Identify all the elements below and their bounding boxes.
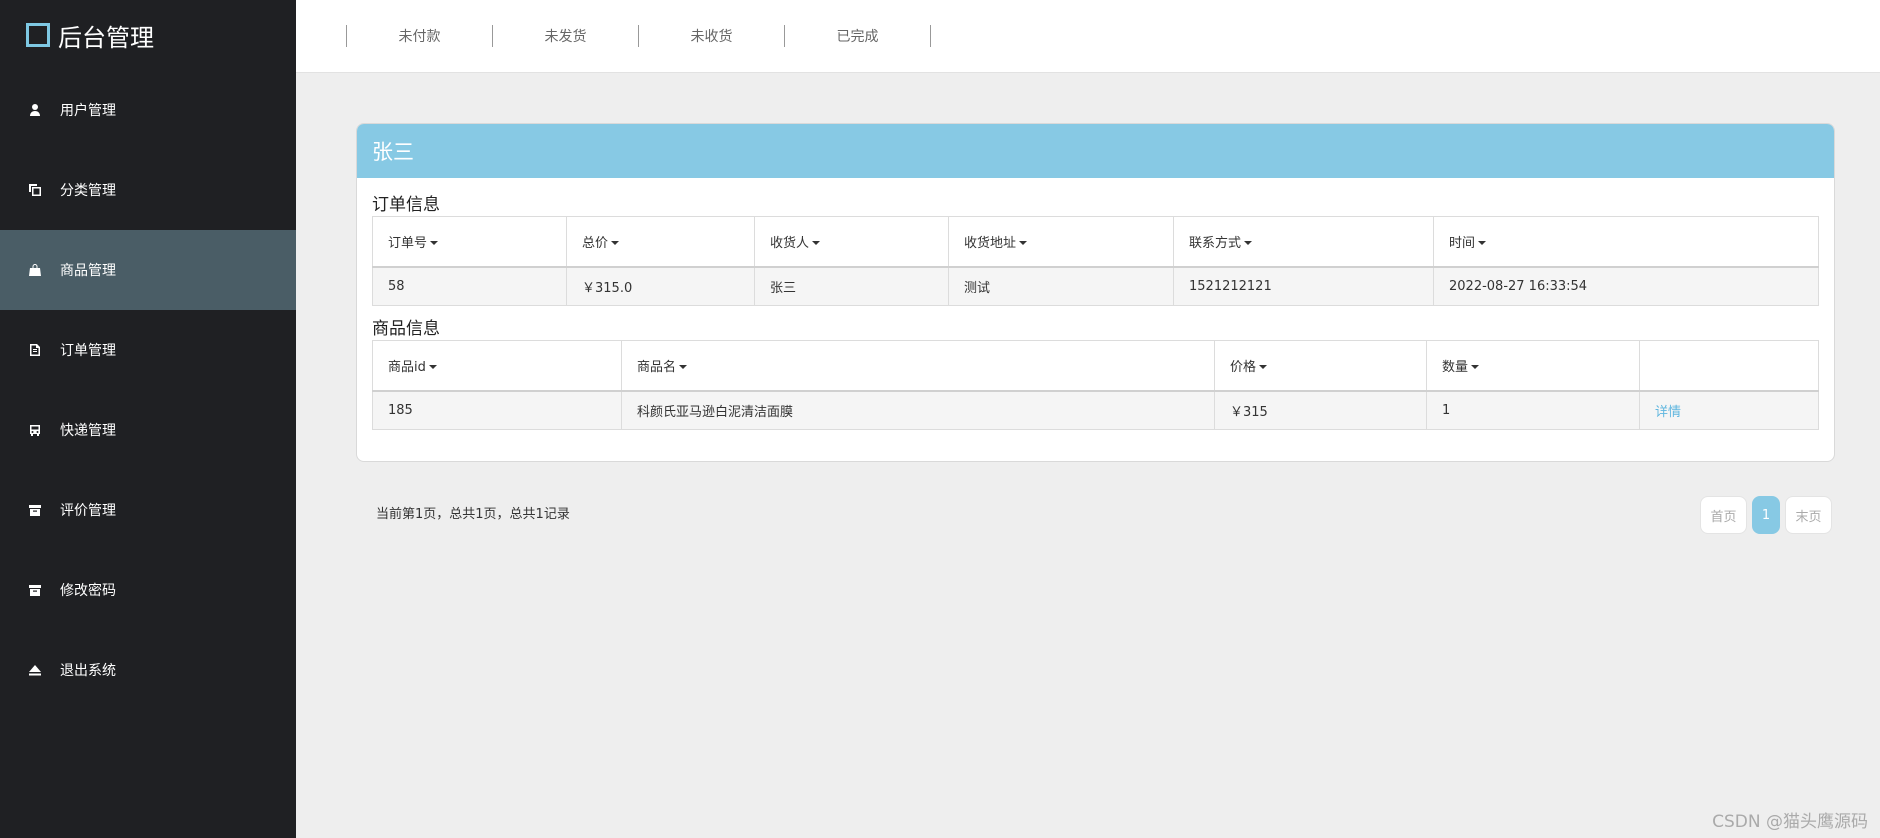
tab-unshipped[interactable]: 未发货 [493, 26, 638, 46]
phone-cell: 1521212121 [1173, 266, 1434, 306]
sidebar-item-label: 商品管理 [60, 263, 116, 279]
column-header[interactable]: 价格 [1214, 340, 1427, 392]
document-icon [28, 343, 42, 357]
goods-price-cell: ￥315 [1214, 390, 1427, 430]
current-page-button[interactable]: 1 [1752, 496, 1780, 534]
goods-section-title: 商品信息 [372, 319, 440, 339]
logo-icon [26, 23, 50, 47]
sidebar-nav: 用户管理 分类管理 商品管理 订单管理 快递管理 评价管理 修改密码 退出系统 [0, 70, 296, 710]
tab-divider [930, 25, 931, 47]
column-header[interactable]: 订单号 [372, 216, 567, 268]
sidebar-item-orders[interactable]: 订单管理 [0, 310, 296, 390]
order-table: 订单号 总价 收货人 收货地址 联系方式 时间 58 ￥315.0 张三 测试 … [372, 216, 1819, 306]
tab-completed[interactable]: 已完成 [785, 26, 930, 46]
caret-down-icon [430, 241, 439, 246]
caret-down-icon [1471, 365, 1480, 370]
pagination-info: 当前第1页，总共1页，总共1记录 [376, 507, 570, 522]
caret-down-icon [679, 365, 688, 370]
brand: 后台管理 [0, 0, 296, 70]
sidebar-item-goods[interactable]: 商品管理 [0, 230, 296, 310]
caret-down-icon [428, 365, 437, 370]
caret-down-icon [1019, 241, 1028, 246]
sidebar-item-label: 分类管理 [60, 183, 116, 199]
shopping-bag-icon [28, 263, 42, 277]
caret-down-icon [812, 241, 821, 246]
watermark: CSDN @猫头鹰源码 [1712, 812, 1868, 832]
time-cell: 2022-08-27 16:33:54 [1433, 266, 1819, 306]
sidebar-item-label: 评价管理 [60, 503, 116, 519]
caret-down-icon [611, 241, 620, 246]
sidebar-item-label: 快递管理 [60, 423, 116, 439]
pagination: 首页 1 末页 [1700, 496, 1832, 534]
goods-quantity-cell: 1 [1426, 390, 1640, 430]
column-header[interactable]: 商品名 [621, 340, 1215, 392]
app-title: 后台管理 [58, 23, 154, 52]
goods-id-cell: 185 [372, 390, 622, 430]
bus-icon [28, 423, 42, 437]
last-page-button[interactable]: 末页 [1785, 496, 1832, 534]
first-page-button[interactable]: 首页 [1700, 496, 1747, 534]
sidebar-item-reviews[interactable]: 评价管理 [0, 470, 296, 550]
table-header-row: 商品id 商品名 价格 数量 [372, 340, 1819, 392]
top-tabs-bar: 未付款 未发货 未收货 已完成 [296, 0, 1880, 73]
eject-icon [28, 663, 42, 677]
table-row: 185 科颜氏亚马逊白泥清洁面膜 ￥315 1 详情 [372, 390, 1819, 430]
column-header[interactable]: 收货人 [754, 216, 949, 268]
order-section-title: 订单信息 [372, 195, 440, 215]
order-detail-card: 张三 订单信息 订单号 总价 收货人 收货地址 联系方式 时间 58 ￥315.… [356, 123, 1835, 462]
sidebar-item-logout[interactable]: 退出系统 [0, 630, 296, 710]
caret-down-icon [1478, 241, 1487, 246]
column-header[interactable]: 收货地址 [948, 216, 1174, 268]
sidebar: 后台管理 用户管理 分类管理 商品管理 订单管理 快递管理 评价管理 修改密码 … [0, 0, 296, 838]
sidebar-item-label: 退出系统 [60, 663, 116, 679]
column-header[interactable]: 商品id [372, 340, 622, 392]
tab-unpaid[interactable]: 未付款 [347, 26, 492, 46]
tab-unreceived[interactable]: 未收货 [639, 26, 784, 46]
caret-down-icon [1259, 365, 1268, 370]
archive-icon [28, 503, 42, 517]
column-header[interactable]: 时间 [1433, 216, 1819, 268]
details-link[interactable]: 详情 [1655, 405, 1681, 420]
goods-table: 商品id 商品名 价格 数量 185 科颜氏亚马逊白泥清洁面膜 ￥315 1 详… [372, 340, 1819, 430]
copy-icon [28, 183, 42, 197]
sidebar-item-express[interactable]: 快递管理 [0, 390, 296, 470]
details-cell: 详情 [1639, 390, 1819, 430]
goods-name-cell: 科颜氏亚马逊白泥清洁面膜 [621, 390, 1215, 430]
column-header[interactable]: 联系方式 [1173, 216, 1434, 268]
total-price-cell: ￥315.0 [566, 266, 755, 306]
sidebar-item-categories[interactable]: 分类管理 [0, 150, 296, 230]
table-row: 58 ￥315.0 张三 测试 1521212121 2022-08-27 16… [372, 266, 1819, 306]
sidebar-item-label: 修改密码 [60, 583, 116, 599]
column-header[interactable]: 数量 [1426, 340, 1640, 392]
address-cell: 测试 [948, 266, 1174, 306]
column-header [1639, 340, 1819, 392]
sidebar-item-users[interactable]: 用户管理 [0, 70, 296, 150]
receiver-cell: 张三 [754, 266, 949, 306]
order-id-cell: 58 [372, 266, 567, 306]
column-header[interactable]: 总价 [566, 216, 755, 268]
sidebar-item-label: 用户管理 [60, 103, 116, 119]
caret-down-icon [1244, 241, 1253, 246]
table-header-row: 订单号 总价 收货人 收货地址 联系方式 时间 [372, 216, 1819, 268]
archive-icon [28, 583, 42, 597]
sidebar-item-password[interactable]: 修改密码 [0, 550, 296, 630]
card-header: 张三 [357, 124, 1834, 178]
sidebar-item-label: 订单管理 [60, 343, 116, 359]
user-icon [28, 103, 42, 117]
